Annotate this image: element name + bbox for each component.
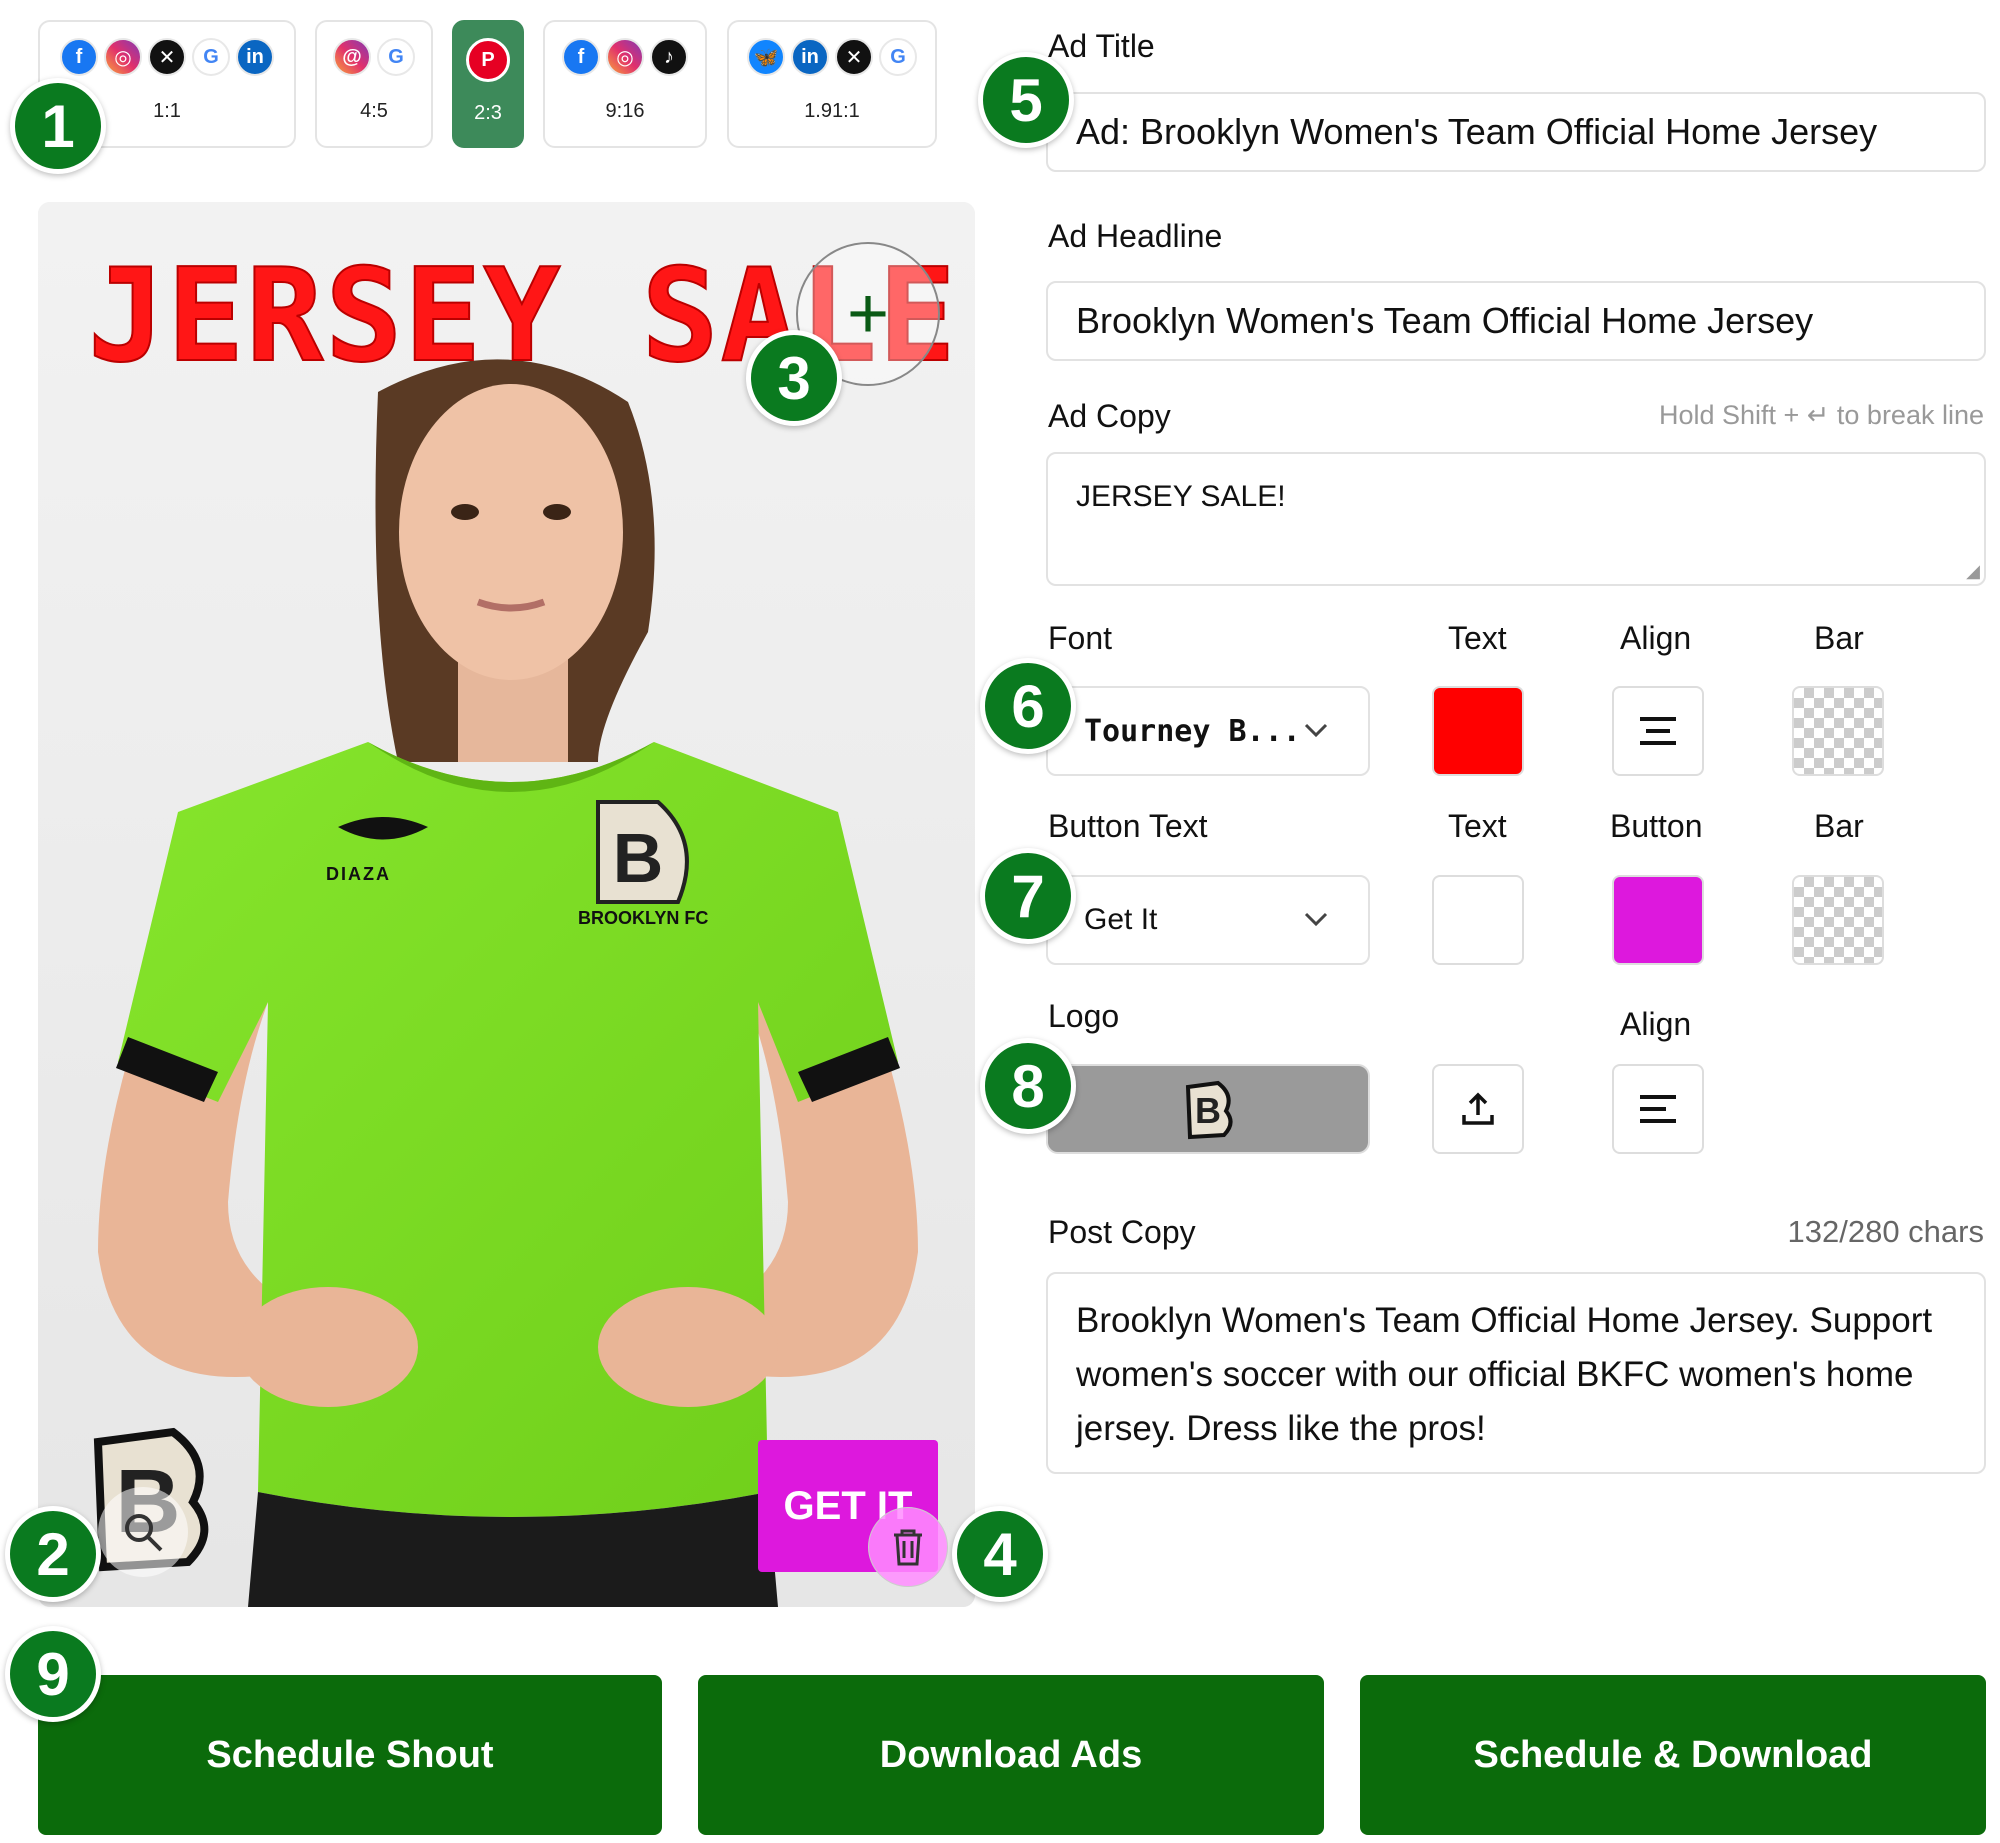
google-icon: G [192, 38, 230, 76]
model-photo: B [38, 202, 975, 1607]
ratio-label: 2:3 [474, 102, 502, 124]
instagram-icon: ◎ [104, 38, 142, 76]
linkedin-icon: in [791, 38, 829, 76]
step-badge-1: 1 [10, 78, 106, 174]
text-align-button[interactable] [1612, 686, 1704, 776]
threads-icon: @ [333, 38, 371, 76]
chevron-down-icon [1304, 912, 1328, 927]
schedule-shout-button[interactable]: Schedule Shout [38, 1675, 662, 1835]
bluesky-icon: 🦋 [747, 38, 785, 76]
brooklyn-logo-icon: B [1185, 1080, 1233, 1140]
ratio-tab-4-5[interactable]: @ G 4:5 [315, 20, 433, 148]
jersey-brand-label: DIAZA [326, 864, 391, 884]
ad-copy-label: Ad Copy [1048, 398, 1171, 434]
ratio-label: 1.91:1 [804, 100, 860, 122]
google-icon: G [377, 38, 415, 76]
ad-title-input[interactable]: Ad: Brooklyn Women's Team Official Home … [1046, 92, 1986, 172]
linkedin-icon: in [236, 38, 274, 76]
text-color-label: Text [1448, 620, 1507, 656]
platform-icons: P [454, 38, 522, 82]
logo-preview[interactable]: B [1046, 1064, 1370, 1154]
step-badge-2: 2 [5, 1506, 101, 1602]
font-select-value: Tourney B... [1084, 713, 1301, 749]
plus-icon: + [846, 274, 890, 354]
download-ads-button[interactable]: Download Ads [698, 1675, 1324, 1835]
tiktok-icon: ♪ [650, 38, 688, 76]
schedule-download-button[interactable]: Schedule & Download [1360, 1675, 1986, 1835]
bar-label: Bar [1814, 620, 1864, 656]
post-copy-label: Post Copy [1048, 1214, 1196, 1250]
trash-icon [894, 1529, 922, 1566]
step-badge-3: 3 [746, 330, 842, 426]
logo-align-label: Align [1620, 1006, 1692, 1042]
upload-icon [1462, 1092, 1494, 1125]
logo-align-button[interactable] [1612, 1064, 1704, 1154]
google-icon: G [879, 38, 917, 76]
resize-handle-icon[interactable]: ◢ [1966, 561, 1980, 582]
magnifier-icon [125, 1514, 163, 1552]
jersey-club-label: BROOKLYN FC [578, 908, 709, 928]
align-left-icon [1640, 1095, 1676, 1123]
logo-label: Logo [1048, 998, 1120, 1034]
text-color-swatch[interactable] [1432, 686, 1524, 776]
platform-icons: f ◎ ♪ [545, 38, 705, 76]
ad-headline-label: Ad Headline [1048, 218, 1223, 254]
step-badge-9: 9 [5, 1626, 101, 1722]
instagram-icon: ◎ [606, 38, 644, 76]
step-badge-5: 5 [978, 52, 1074, 148]
ratio-tab-9-16[interactable]: f ◎ ♪ 9:16 [543, 20, 707, 148]
ad-copy-textarea[interactable]: JERSEY SALE! ◢ [1046, 452, 1986, 586]
ratio-tab-2-3[interactable]: P 2:3 [452, 20, 524, 148]
chevron-down-icon [1304, 723, 1328, 738]
ratio-label: 4:5 [360, 100, 388, 122]
svg-text:B: B [613, 819, 664, 897]
ad-copy-text: JERSEY SALE! [1076, 480, 1286, 513]
svg-text:B: B [1195, 1090, 1221, 1131]
button-bar-label: Bar [1814, 808, 1864, 844]
font-select[interactable]: Tourney B... [1046, 686, 1370, 776]
platform-icons: @ G [317, 38, 431, 76]
button-text-color-swatch[interactable] [1432, 875, 1524, 965]
post-copy-text: Brooklyn Women's Team Official Home Jers… [1076, 1301, 1933, 1448]
ad-title-label: Ad Title [1048, 28, 1155, 64]
button-text-color-label: Text [1448, 808, 1507, 844]
text-bar-color-swatch[interactable] [1792, 686, 1884, 776]
pinterest-icon: P [466, 38, 510, 82]
step-badge-8: 8 [980, 1038, 1076, 1134]
zoom-button[interactable] [98, 1487, 188, 1577]
post-copy-count: 132/280 chars [1787, 1214, 1984, 1249]
platform-icons: 🦋 in ✕ G [729, 38, 935, 76]
align-label: Align [1620, 620, 1692, 656]
ratio-label: 9:16 [605, 100, 645, 122]
button-color-swatch[interactable] [1612, 875, 1704, 965]
step-badge-6: 6 [980, 658, 1076, 754]
button-text-value: Get It [1084, 903, 1158, 936]
button-text-label: Button Text [1048, 808, 1208, 844]
ad-preview: B DIAZA BROOKLYN FC JERSEY SALE! + B GET… [38, 202, 975, 1607]
x-icon: ✕ [148, 38, 186, 76]
button-color-label: Button [1610, 808, 1703, 844]
align-center-icon [1640, 717, 1676, 745]
facebook-icon: f [562, 38, 600, 76]
step-badge-4: 4 [952, 1506, 1048, 1602]
post-copy-textarea[interactable]: Brooklyn Women's Team Official Home Jers… [1046, 1272, 1986, 1474]
ratio-tab-1-91-1[interactable]: 🦋 in ✕ G 1.91:1 [727, 20, 937, 148]
facebook-icon: f [60, 38, 98, 76]
button-text-select[interactable]: Get It [1046, 875, 1370, 965]
x-icon: ✕ [835, 38, 873, 76]
delete-button[interactable] [868, 1507, 948, 1587]
step-badge-7: 7 [980, 848, 1076, 944]
font-label: Font [1048, 620, 1113, 656]
logo-upload-button[interactable] [1432, 1064, 1524, 1154]
ad-copy-hint: Hold Shift + ↵ to break line [1658, 400, 1984, 430]
platform-icons: f ◎ ✕ G in [40, 38, 294, 76]
ad-headline-input[interactable]: Brooklyn Women's Team Official Home Jers… [1046, 281, 1986, 361]
button-bar-color-swatch[interactable] [1792, 875, 1884, 965]
